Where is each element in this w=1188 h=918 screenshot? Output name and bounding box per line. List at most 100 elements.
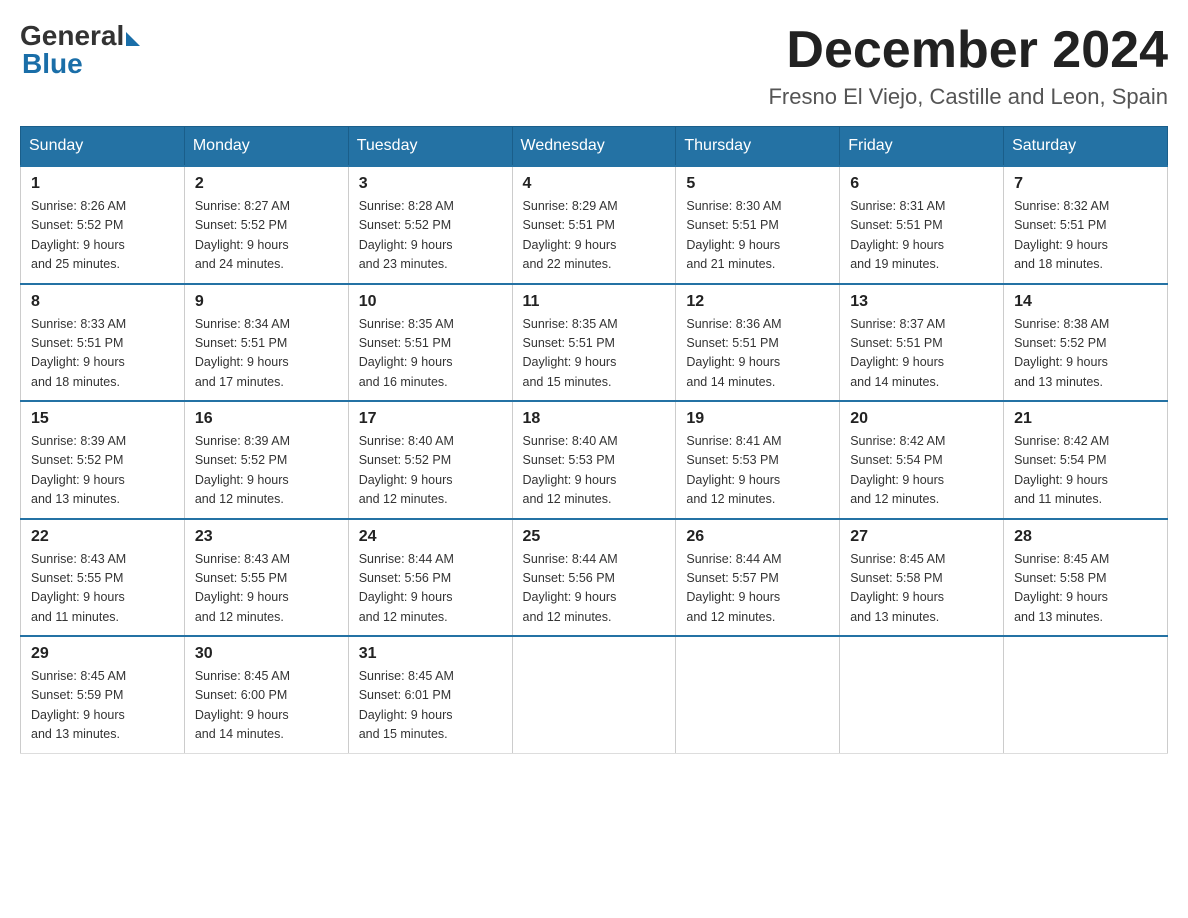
- day-number: 25: [523, 528, 666, 546]
- calendar-header-friday: Friday: [840, 127, 1004, 167]
- day-info: Sunrise: 8:44 AMSunset: 5:56 PMDaylight:…: [359, 550, 502, 628]
- day-number: 23: [195, 528, 338, 546]
- day-number: 31: [359, 645, 502, 663]
- day-info: Sunrise: 8:41 AMSunset: 5:53 PMDaylight:…: [686, 432, 829, 510]
- title-area: December 2024 Fresno El Viejo, Castille …: [768, 20, 1168, 110]
- day-info: Sunrise: 8:35 AMSunset: 5:51 PMDaylight:…: [359, 315, 502, 393]
- day-number: 28: [1014, 528, 1157, 546]
- calendar-cell: 6 Sunrise: 8:31 AMSunset: 5:51 PMDayligh…: [840, 166, 1004, 284]
- calendar-cell: 26 Sunrise: 8:44 AMSunset: 5:57 PMDaylig…: [676, 519, 840, 637]
- day-info: Sunrise: 8:43 AMSunset: 5:55 PMDaylight:…: [195, 550, 338, 628]
- calendar-cell: 15 Sunrise: 8:39 AMSunset: 5:52 PMDaylig…: [21, 401, 185, 519]
- day-number: 3: [359, 175, 502, 193]
- logo-arrow-icon: [126, 32, 140, 46]
- day-info: Sunrise: 8:36 AMSunset: 5:51 PMDaylight:…: [686, 315, 829, 393]
- calendar-week-row: 15 Sunrise: 8:39 AMSunset: 5:52 PMDaylig…: [21, 401, 1168, 519]
- calendar-cell: 21 Sunrise: 8:42 AMSunset: 5:54 PMDaylig…: [1004, 401, 1168, 519]
- calendar-cell: 4 Sunrise: 8:29 AMSunset: 5:51 PMDayligh…: [512, 166, 676, 284]
- day-info: Sunrise: 8:43 AMSunset: 5:55 PMDaylight:…: [31, 550, 174, 628]
- day-number: 20: [850, 410, 993, 428]
- calendar-week-row: 1 Sunrise: 8:26 AMSunset: 5:52 PMDayligh…: [21, 166, 1168, 284]
- day-info: Sunrise: 8:45 AMSunset: 5:58 PMDaylight:…: [850, 550, 993, 628]
- day-number: 6: [850, 175, 993, 193]
- day-info: Sunrise: 8:30 AMSunset: 5:51 PMDaylight:…: [686, 197, 829, 275]
- calendar-header-saturday: Saturday: [1004, 127, 1168, 167]
- calendar-cell: 8 Sunrise: 8:33 AMSunset: 5:51 PMDayligh…: [21, 284, 185, 402]
- day-number: 19: [686, 410, 829, 428]
- calendar-cell: 24 Sunrise: 8:44 AMSunset: 5:56 PMDaylig…: [348, 519, 512, 637]
- calendar-cell: [676, 636, 840, 753]
- day-number: 22: [31, 528, 174, 546]
- calendar-table: SundayMondayTuesdayWednesdayThursdayFrid…: [20, 126, 1168, 754]
- calendar-cell: 3 Sunrise: 8:28 AMSunset: 5:52 PMDayligh…: [348, 166, 512, 284]
- calendar-cell: 20 Sunrise: 8:42 AMSunset: 5:54 PMDaylig…: [840, 401, 1004, 519]
- day-info: Sunrise: 8:28 AMSunset: 5:52 PMDaylight:…: [359, 197, 502, 275]
- day-info: Sunrise: 8:40 AMSunset: 5:53 PMDaylight:…: [523, 432, 666, 510]
- day-number: 8: [31, 293, 174, 311]
- day-number: 17: [359, 410, 502, 428]
- calendar-cell: [512, 636, 676, 753]
- calendar-cell: 12 Sunrise: 8:36 AMSunset: 5:51 PMDaylig…: [676, 284, 840, 402]
- day-number: 13: [850, 293, 993, 311]
- calendar-cell: 30 Sunrise: 8:45 AMSunset: 6:00 PMDaylig…: [184, 636, 348, 753]
- calendar-header-thursday: Thursday: [676, 127, 840, 167]
- day-number: 11: [523, 293, 666, 311]
- calendar-header-row: SundayMondayTuesdayWednesdayThursdayFrid…: [21, 127, 1168, 167]
- day-info: Sunrise: 8:35 AMSunset: 5:51 PMDaylight:…: [523, 315, 666, 393]
- day-number: 18: [523, 410, 666, 428]
- day-info: Sunrise: 8:44 AMSunset: 5:56 PMDaylight:…: [523, 550, 666, 628]
- day-info: Sunrise: 8:45 AMSunset: 5:59 PMDaylight:…: [31, 667, 174, 745]
- calendar-cell: 10 Sunrise: 8:35 AMSunset: 5:51 PMDaylig…: [348, 284, 512, 402]
- calendar-header-wednesday: Wednesday: [512, 127, 676, 167]
- calendar-week-row: 29 Sunrise: 8:45 AMSunset: 5:59 PMDaylig…: [21, 636, 1168, 753]
- day-number: 12: [686, 293, 829, 311]
- day-info: Sunrise: 8:45 AMSunset: 5:58 PMDaylight:…: [1014, 550, 1157, 628]
- header: General Blue December 2024 Fresno El Vie…: [20, 20, 1168, 110]
- day-info: Sunrise: 8:32 AMSunset: 5:51 PMDaylight:…: [1014, 197, 1157, 275]
- calendar-week-row: 22 Sunrise: 8:43 AMSunset: 5:55 PMDaylig…: [21, 519, 1168, 637]
- day-info: Sunrise: 8:27 AMSunset: 5:52 PMDaylight:…: [195, 197, 338, 275]
- calendar-header-sunday: Sunday: [21, 127, 185, 167]
- day-info: Sunrise: 8:39 AMSunset: 5:52 PMDaylight:…: [195, 432, 338, 510]
- day-info: Sunrise: 8:45 AMSunset: 6:00 PMDaylight:…: [195, 667, 338, 745]
- month-title: December 2024: [768, 20, 1168, 80]
- day-number: 24: [359, 528, 502, 546]
- calendar-cell: [1004, 636, 1168, 753]
- calendar-cell: 13 Sunrise: 8:37 AMSunset: 5:51 PMDaylig…: [840, 284, 1004, 402]
- day-info: Sunrise: 8:29 AMSunset: 5:51 PMDaylight:…: [523, 197, 666, 275]
- calendar-cell: 9 Sunrise: 8:34 AMSunset: 5:51 PMDayligh…: [184, 284, 348, 402]
- calendar-cell: 2 Sunrise: 8:27 AMSunset: 5:52 PMDayligh…: [184, 166, 348, 284]
- calendar-cell: 18 Sunrise: 8:40 AMSunset: 5:53 PMDaylig…: [512, 401, 676, 519]
- day-info: Sunrise: 8:40 AMSunset: 5:52 PMDaylight:…: [359, 432, 502, 510]
- day-info: Sunrise: 8:44 AMSunset: 5:57 PMDaylight:…: [686, 550, 829, 628]
- day-number: 16: [195, 410, 338, 428]
- day-number: 1: [31, 175, 174, 193]
- day-number: 26: [686, 528, 829, 546]
- day-info: Sunrise: 8:38 AMSunset: 5:52 PMDaylight:…: [1014, 315, 1157, 393]
- day-number: 7: [1014, 175, 1157, 193]
- day-number: 30: [195, 645, 338, 663]
- calendar-cell: 17 Sunrise: 8:40 AMSunset: 5:52 PMDaylig…: [348, 401, 512, 519]
- day-info: Sunrise: 8:31 AMSunset: 5:51 PMDaylight:…: [850, 197, 993, 275]
- day-number: 9: [195, 293, 338, 311]
- calendar-header-tuesday: Tuesday: [348, 127, 512, 167]
- day-number: 10: [359, 293, 502, 311]
- calendar-cell: 14 Sunrise: 8:38 AMSunset: 5:52 PMDaylig…: [1004, 284, 1168, 402]
- day-number: 27: [850, 528, 993, 546]
- day-info: Sunrise: 8:33 AMSunset: 5:51 PMDaylight:…: [31, 315, 174, 393]
- day-number: 21: [1014, 410, 1157, 428]
- calendar-cell: 7 Sunrise: 8:32 AMSunset: 5:51 PMDayligh…: [1004, 166, 1168, 284]
- calendar-cell: 29 Sunrise: 8:45 AMSunset: 5:59 PMDaylig…: [21, 636, 185, 753]
- day-info: Sunrise: 8:39 AMSunset: 5:52 PMDaylight:…: [31, 432, 174, 510]
- calendar-cell: 16 Sunrise: 8:39 AMSunset: 5:52 PMDaylig…: [184, 401, 348, 519]
- calendar-cell: 1 Sunrise: 8:26 AMSunset: 5:52 PMDayligh…: [21, 166, 185, 284]
- calendar-cell: 31 Sunrise: 8:45 AMSunset: 6:01 PMDaylig…: [348, 636, 512, 753]
- calendar-cell: 22 Sunrise: 8:43 AMSunset: 5:55 PMDaylig…: [21, 519, 185, 637]
- calendar-cell: 27 Sunrise: 8:45 AMSunset: 5:58 PMDaylig…: [840, 519, 1004, 637]
- day-number: 29: [31, 645, 174, 663]
- day-number: 4: [523, 175, 666, 193]
- calendar-cell: 5 Sunrise: 8:30 AMSunset: 5:51 PMDayligh…: [676, 166, 840, 284]
- calendar-cell: 28 Sunrise: 8:45 AMSunset: 5:58 PMDaylig…: [1004, 519, 1168, 637]
- day-info: Sunrise: 8:37 AMSunset: 5:51 PMDaylight:…: [850, 315, 993, 393]
- calendar-cell: 11 Sunrise: 8:35 AMSunset: 5:51 PMDaylig…: [512, 284, 676, 402]
